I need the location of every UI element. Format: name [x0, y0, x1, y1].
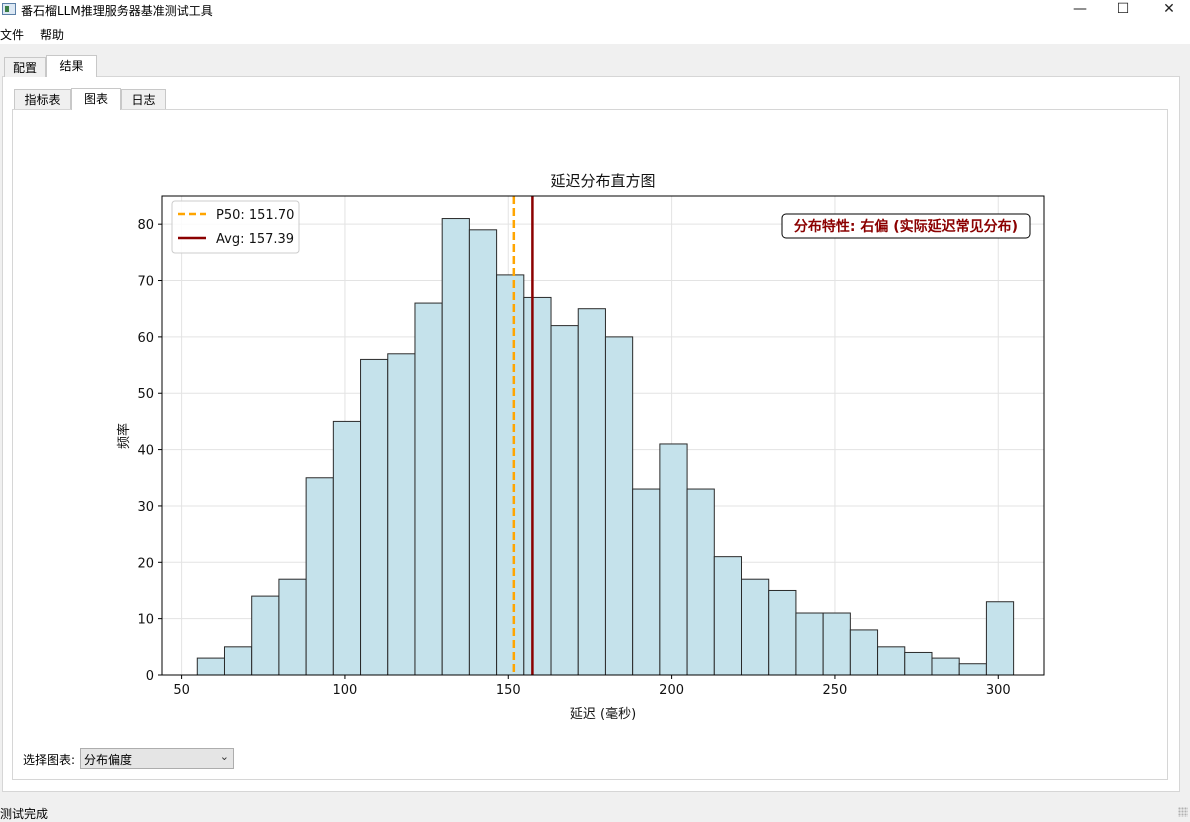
histogram-bar	[360, 358, 389, 676]
legend: P50: 151.70 Avg: 157.39	[171, 200, 300, 254]
histogram-bar	[849, 629, 879, 676]
status-text: 测试完成	[0, 807, 49, 821]
latency-histogram-chart: 延迟分布直方图 50 100 150 200 250 300 0 10 20 30 40 50 60 70…	[116, 172, 1045, 722]
histogram-bar	[931, 657, 960, 676]
chart-select-value: 分布偏度	[84, 753, 133, 767]
chart-select-label: 选择图表:	[23, 753, 76, 767]
histogram-bar	[985, 601, 1015, 676]
title-bar: 番石榴LLM推理服务器基准测试工具 — ☐ ✕	[0, 0, 1190, 22]
histogram-bar	[741, 578, 770, 676]
tab-results[interactable]: 结果	[46, 55, 97, 77]
y-tick-label: 20	[137, 556, 154, 571]
histogram-bar	[822, 612, 851, 676]
x-tick-label: 100	[333, 683, 358, 698]
histogram-bar	[223, 646, 253, 676]
histogram-bar	[278, 578, 307, 676]
histogram-bar	[523, 296, 552, 676]
x-tick-label: 200	[659, 683, 684, 698]
tab-config[interactable]: 配置	[4, 57, 46, 77]
histogram-bar	[332, 420, 362, 676]
chart-title: 延迟分布直方图	[550, 172, 655, 190]
annotation-text: 分布特性: 右偏 (实际延迟常见分布)	[794, 218, 1018, 235]
histogram-bar	[604, 336, 634, 676]
histogram-bar	[768, 589, 797, 676]
close-icon[interactable]: ✕	[1146, 0, 1190, 22]
tab-metrics-table[interactable]: 指标表	[14, 89, 71, 109]
histogram-bar	[550, 325, 579, 676]
y-tick-label: 40	[137, 444, 154, 459]
histogram-bar	[632, 488, 661, 676]
app-icon	[2, 3, 16, 15]
histogram-bar	[468, 229, 498, 676]
y-tick-label: 0	[146, 669, 154, 684]
y-tick-label: 80	[137, 218, 154, 233]
window-title: 番石榴LLM推理服务器基准测试工具	[21, 4, 213, 18]
histogram-bar	[196, 657, 225, 676]
chart-select-dropdown[interactable]: 分布偏度 ⌄	[80, 748, 234, 769]
skew-annotation: 分布特性: 右偏 (实际延迟常见分布)	[781, 213, 1031, 239]
y-tick-label: 60	[137, 331, 154, 346]
x-axis-label: 延迟 (毫秒)	[570, 706, 636, 722]
histogram-bar	[795, 612, 824, 676]
y-tick-label: 50	[137, 387, 154, 402]
tab-log[interactable]: 日志	[121, 89, 166, 109]
minimize-icon[interactable]: —	[1057, 0, 1103, 22]
histogram-bar	[877, 646, 906, 676]
y-tick-label: 10	[137, 613, 154, 628]
histogram-bar	[387, 353, 416, 676]
histogram-bar	[251, 595, 280, 676]
legend-avg-label: Avg: 157.39	[216, 232, 294, 247]
y-tick-label: 30	[137, 500, 154, 515]
histogram-bar	[441, 218, 470, 676]
x-tick-label: 50	[173, 683, 190, 698]
histogram-bar	[305, 477, 334, 676]
histogram-bar	[958, 663, 987, 676]
y-tick-label: 70	[137, 275, 154, 290]
x-tick-label: 300	[986, 683, 1011, 698]
x-tick-label: 250	[823, 683, 848, 698]
menu-help[interactable]: 帮助	[40, 26, 64, 43]
histogram-bar	[577, 308, 606, 676]
histogram-bar	[904, 651, 933, 676]
chevron-down-icon: ⌄	[219, 750, 229, 763]
histogram-bar	[496, 274, 525, 676]
maximize-icon[interactable]: ☐	[1100, 0, 1146, 22]
histogram-bar	[414, 302, 443, 676]
tab-charts[interactable]: 图表	[71, 88, 121, 110]
histogram-bar	[686, 488, 715, 676]
y-axis-label: 频率	[116, 423, 132, 449]
legend-p50-label: P50: 151.70	[216, 208, 294, 223]
histogram-bar	[659, 443, 688, 676]
resize-grip-icon[interactable]	[1178, 807, 1188, 817]
menu-bar: 文件 帮助	[0, 22, 1190, 44]
x-tick-label: 150	[496, 683, 521, 698]
histogram-bars	[196, 218, 1015, 676]
menu-file[interactable]: 文件	[0, 26, 24, 43]
histogram-bar	[713, 556, 743, 676]
